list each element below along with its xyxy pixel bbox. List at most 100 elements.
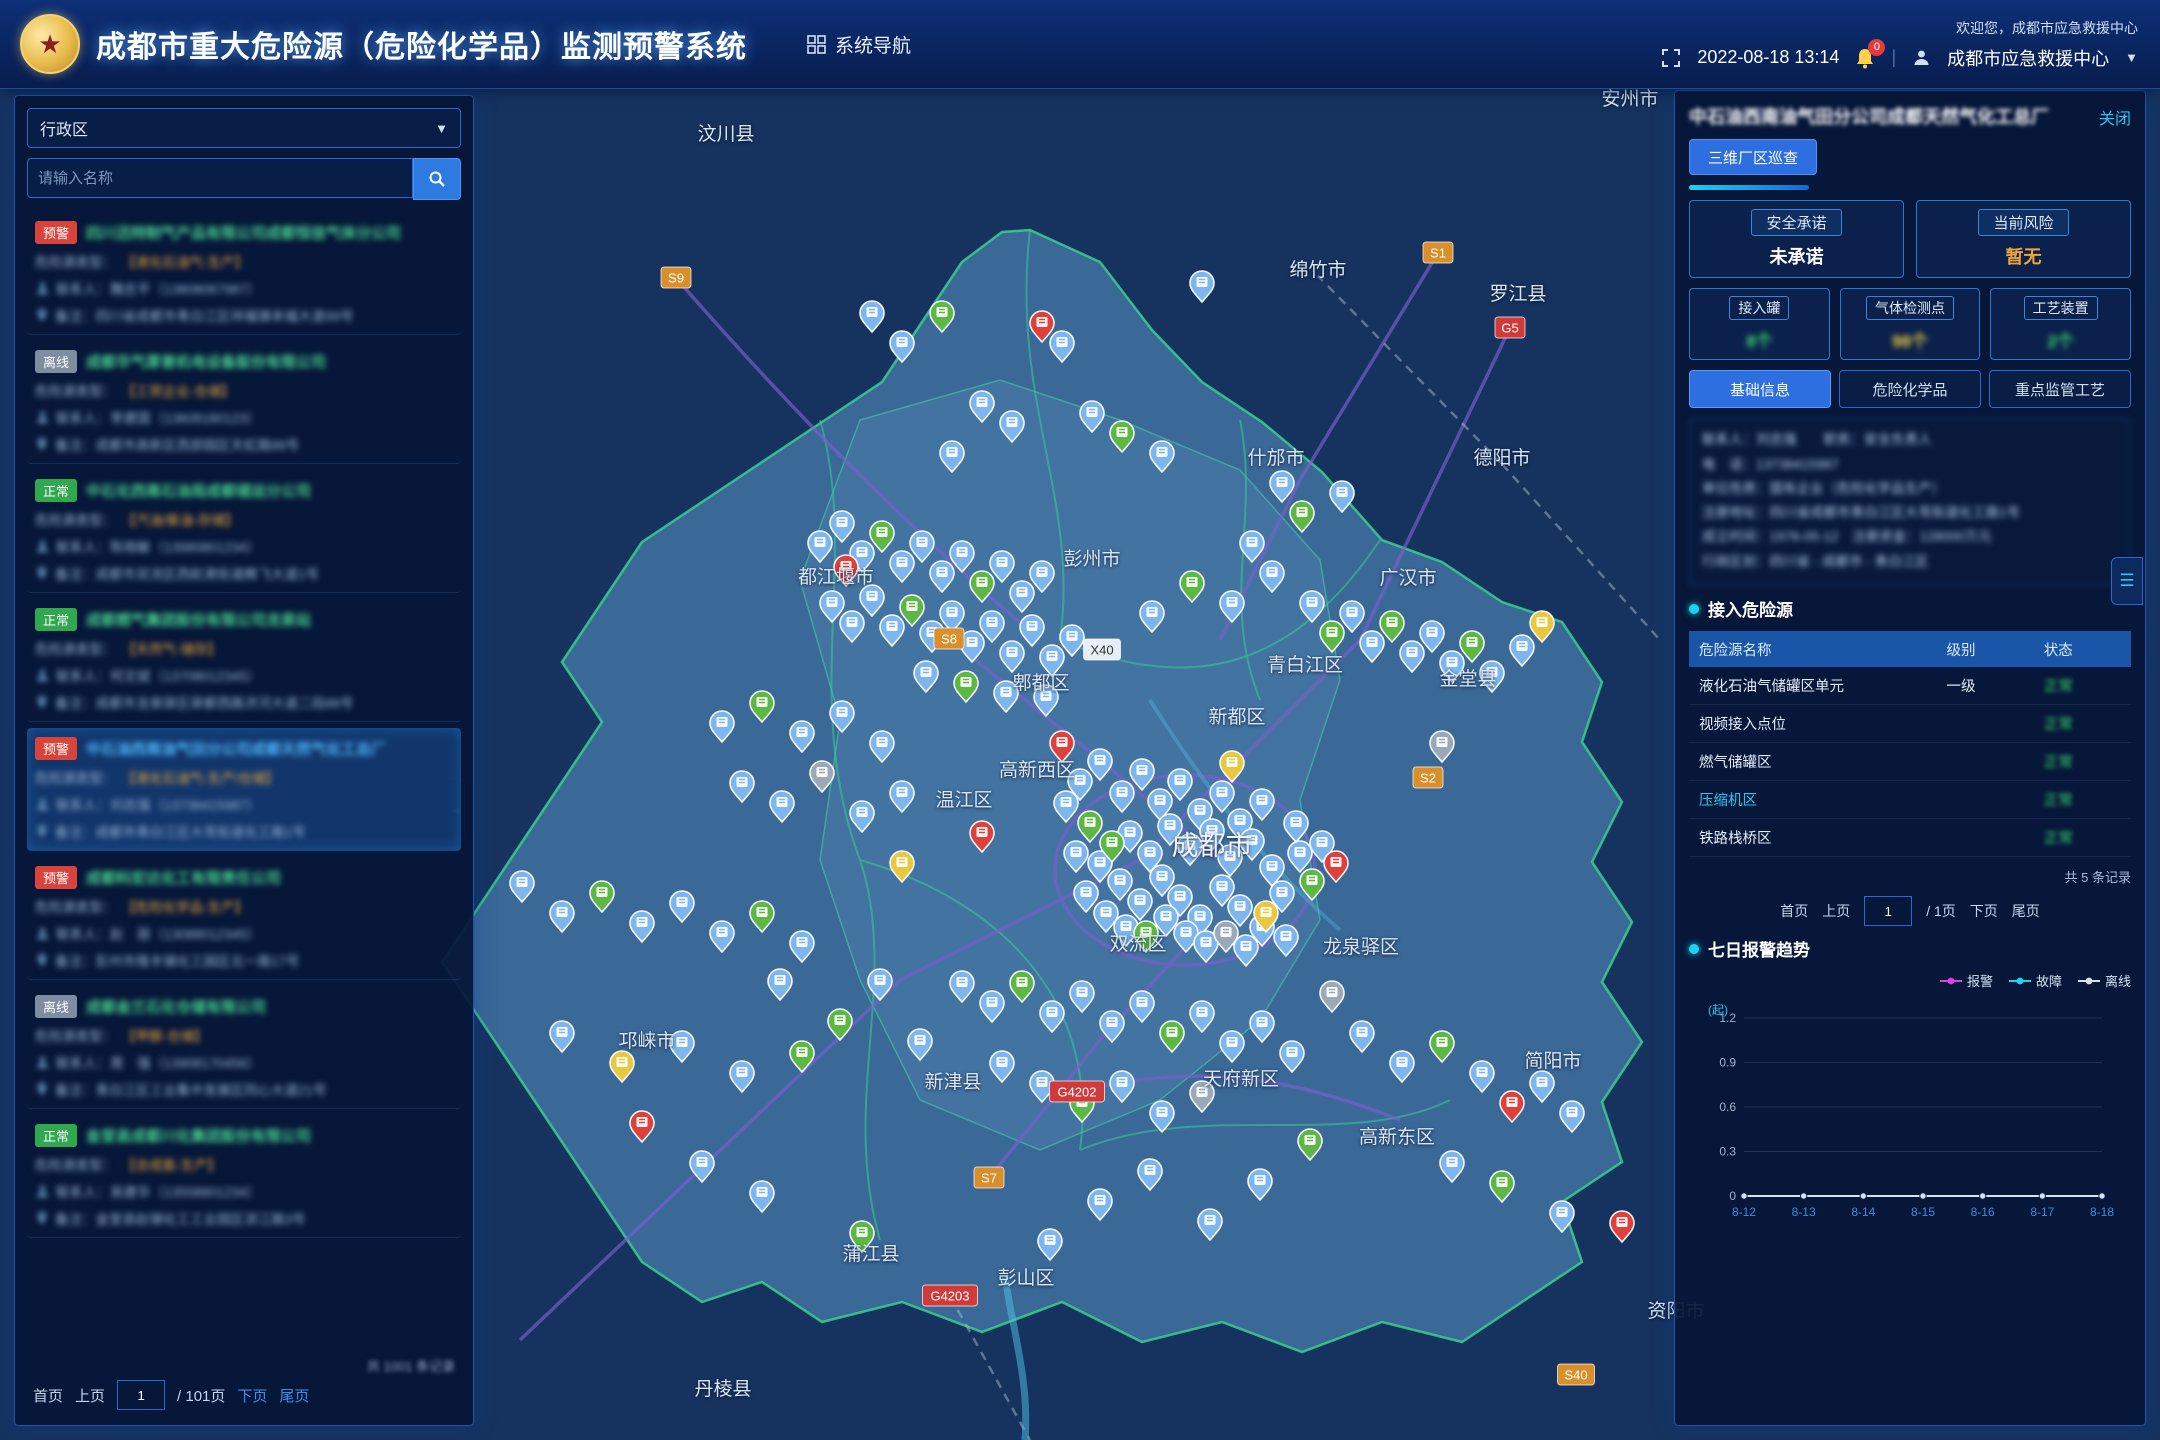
pager-page-input[interactable]: [1864, 896, 1912, 926]
pager-page-input[interactable]: [117, 1380, 165, 1410]
person-icon: [35, 797, 50, 812]
tab-1[interactable]: 危险化学品: [1839, 370, 1981, 408]
header-divider: |: [1891, 47, 1896, 68]
company-card[interactable]: 正常成都燃气集团股份有限公司龙泉站危险源类型：【天然气-储存】联系人：何文斌（1…: [27, 599, 461, 722]
company-name: 成都金兰石化仓储有限公司: [86, 996, 266, 1017]
hazard-type-line: 危险源类型：【合成氨-生产】: [35, 1154, 453, 1174]
search-icon: [428, 170, 446, 188]
road-badge: G4202: [1050, 1081, 1105, 1102]
hazard-pagination: 首页 上页 / 1页 下页 尾页: [1689, 896, 2131, 926]
svg-text:0.9: 0.9: [1719, 1056, 1736, 1070]
location-icon: [35, 436, 49, 452]
address-line: 备注：成都市青白江区大弯街道化工路1号: [35, 821, 453, 841]
pager-last[interactable]: 尾页: [2012, 901, 2040, 921]
road-badge: S7: [974, 1167, 1004, 1188]
search-button[interactable]: [413, 158, 461, 200]
search-input[interactable]: [27, 158, 413, 198]
info-row: 单位性质：国有企业（危险化学品生产）: [1702, 477, 2118, 501]
notification-bell-button[interactable]: 0: [1855, 47, 1875, 69]
accent-underline: [1689, 185, 1809, 190]
map-label: 新津县: [924, 1071, 981, 1093]
contact-line: 联系人：吴建华（13558801234）: [35, 1181, 453, 1201]
pager-prev[interactable]: 上页: [75, 1385, 105, 1406]
company-name: 成都燃气集团股份有限公司龙泉站: [86, 609, 311, 630]
hazard-col-name: 危险源名称: [1689, 631, 1937, 667]
district-select[interactable]: 行政区 ▼: [27, 108, 461, 148]
road-badge: G4203: [923, 1285, 978, 1306]
tab-0[interactable]: 基础信息: [1689, 370, 1831, 408]
info-row: 电 话：13738415987: [1702, 453, 2118, 477]
fullscreen-icon[interactable]: [1661, 48, 1681, 68]
company-card[interactable]: 离线成都华气厚普机电设备股份有限公司危险源类型：【工贸企业-仓储】联系人：李建国…: [27, 341, 461, 464]
contact-line: 联系人：何文斌（13708012345）: [35, 665, 453, 685]
status-badge: 预警: [35, 221, 77, 244]
app-title: 成都市重大危险源（危险化学品）监测预警系统: [96, 22, 747, 66]
pager-prev[interactable]: 上页: [1822, 901, 1850, 921]
road-badge: G5: [1495, 317, 1525, 338]
hazard-row[interactable]: 燃气储罐区正常: [1689, 743, 2131, 781]
company-pagination: 首页 上页 / 101页 下页 尾页: [27, 1377, 461, 1413]
company-card[interactable]: 预警四川迅特制气产品有限公司成都恒信气体分公司危险源类型：【液化石油气-生产】联…: [27, 212, 461, 335]
asset-card: 工艺装置2个: [1990, 288, 2131, 360]
tour-3d-button[interactable]: 三维厂区巡查: [1689, 139, 1817, 175]
pager-first[interactable]: 首页: [33, 1385, 63, 1406]
svg-text:8-14: 8-14: [1851, 1205, 1875, 1219]
location-icon: [35, 307, 49, 323]
company-card[interactable]: 正常中石化西南石油局成都储运分公司危险源类型：【汽油/柴油-存储】联系人：陈晓敏…: [27, 470, 461, 593]
hazard-row[interactable]: 视频接入点位正常: [1689, 705, 2131, 743]
status-badge: 离线: [35, 350, 77, 373]
map-label: 罗江县: [1489, 283, 1546, 305]
org-dropdown[interactable]: 成都市应急救援中心: [1947, 45, 2109, 71]
close-link[interactable]: 关闭: [2099, 105, 2131, 129]
asset-card: 气体检测点98个: [1840, 288, 1981, 360]
map-label: 彭州市: [1063, 548, 1120, 570]
user-icon: [1912, 48, 1931, 67]
map-label: 青白江区: [1267, 654, 1343, 676]
district-select-label: 行政区: [40, 116, 88, 140]
company-card[interactable]: 预警成都科宏达化工有限责任公司危险源类型：【危险化学品-生产】联系人：赵 丽（1…: [27, 857, 461, 980]
tab-2[interactable]: 重点监管工艺: [1989, 370, 2131, 408]
hazard-row[interactable]: 铁路栈桥区正常: [1689, 819, 2131, 857]
map-label: 彭山区: [997, 1267, 1054, 1289]
person-icon: [35, 668, 50, 683]
grid-icon: [807, 35, 826, 54]
trend-legend-item[interactable]: 离线: [2078, 971, 2131, 990]
address-line: 备注：成都市高新区西部园区天虹路88号: [35, 434, 453, 454]
address-line: 备注：成都市龙泉驿区驿都西路洪河大道二段88号: [35, 692, 453, 712]
person-icon: [35, 1184, 50, 1199]
system-nav-button[interactable]: 系统导航: [807, 31, 911, 58]
road-badge: S1: [1423, 242, 1453, 263]
panel-expand-button[interactable]: ☰: [2111, 557, 2143, 605]
pager-first[interactable]: 首页: [1780, 901, 1808, 921]
hazard-row[interactable]: 压缩机区正常: [1689, 781, 2131, 819]
company-card[interactable]: 正常金堂县成都川化集团股份有限公司危险源类型：【合成氨-生产】联系人：吴建华（1…: [27, 1115, 461, 1238]
company-card[interactable]: 离线成都金兰石化仓储有限公司危险源类型：【甲醇-仓储】联系人：周 强（13908…: [27, 986, 461, 1109]
road-badge: S40: [1558, 1364, 1595, 1385]
safety-commitment-label: 安全承诺: [1751, 209, 1841, 236]
hazard-type-line: 危险源类型：【汽油/柴油-存储】: [35, 509, 453, 529]
trend-legend-item[interactable]: 故障: [2009, 971, 2062, 990]
contact-line: 联系人：魏志平（13808087987）: [35, 278, 453, 298]
address-line: 备注：四川省成都市青白江区祥福镇幸福大道99号: [35, 305, 453, 325]
person-icon: [35, 539, 50, 554]
map-label: 汶川县: [697, 123, 754, 145]
legend-marker-icon: [2078, 976, 2100, 986]
hazard-row[interactable]: 液化石油气储罐区单元一级正常: [1689, 667, 2131, 705]
hazard-type-line: 危险源类型：【液化石油气-生产/仓储】: [35, 767, 453, 787]
trend-legend-item[interactable]: 报警: [1940, 971, 1993, 990]
enterprise-detail-panel: 中石油西南油气田分公司成都天然气化工总厂 关闭 三维厂区巡查 安全承诺 未承诺 …: [1674, 90, 2146, 1426]
person-icon: [35, 410, 50, 425]
company-name: 中石化西南石油局成都储运分公司: [86, 480, 311, 501]
section-bullet-icon: [1689, 944, 1699, 954]
map-label: 金堂县: [1439, 668, 1496, 690]
pager-next[interactable]: 下页: [237, 1385, 267, 1406]
pager-next[interactable]: 下页: [1970, 901, 1998, 921]
info-row: 联系人：刘志强 职务：安全负责人: [1702, 428, 2118, 452]
address-line: 备注：青白江区工业集中发展区同心大道21号: [35, 1079, 453, 1099]
legend-marker-icon: [2009, 976, 2031, 986]
company-card[interactable]: 预警中石油西南油气田分公司成都天然气化工总厂危险源类型：【液化石油气-生产/仓储…: [27, 728, 461, 851]
map-label: 高新西区: [999, 759, 1075, 781]
map-label: 天府新区: [1203, 1068, 1279, 1090]
pager-last[interactable]: 尾页: [279, 1385, 309, 1406]
map-label: 都江堰市: [798, 566, 874, 588]
